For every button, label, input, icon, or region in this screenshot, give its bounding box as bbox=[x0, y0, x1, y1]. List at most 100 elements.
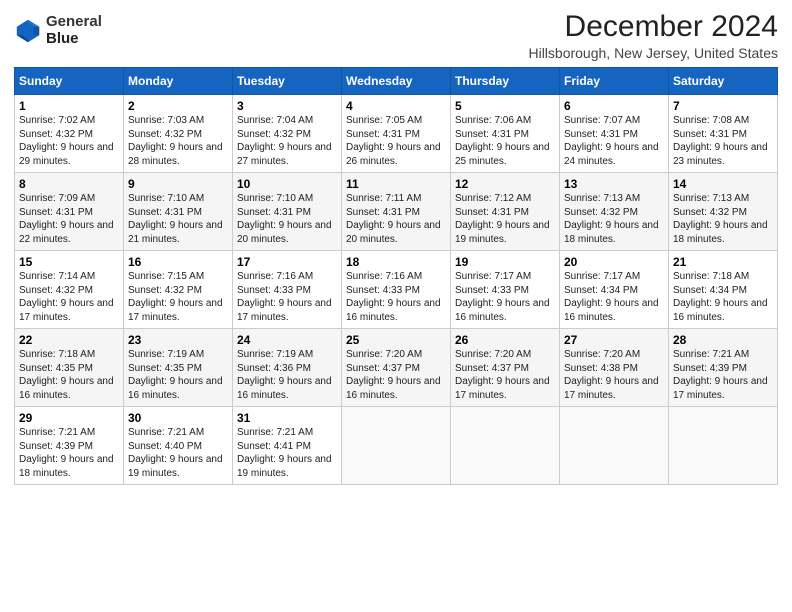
weekday-header-sunday: Sunday bbox=[15, 68, 124, 95]
day-number: 27 bbox=[564, 333, 664, 347]
calendar-cell: 10Sunrise: 7:10 AMSunset: 4:31 PMDayligh… bbox=[233, 173, 342, 251]
day-number: 23 bbox=[128, 333, 228, 347]
day-number: 16 bbox=[128, 255, 228, 269]
calendar-cell: 28Sunrise: 7:21 AMSunset: 4:39 PMDayligh… bbox=[669, 329, 778, 407]
calendar-cell bbox=[669, 407, 778, 485]
calendar-cell: 7Sunrise: 7:08 AMSunset: 4:31 PMDaylight… bbox=[669, 95, 778, 173]
day-number: 15 bbox=[19, 255, 119, 269]
day-number: 13 bbox=[564, 177, 664, 191]
day-number: 26 bbox=[455, 333, 555, 347]
calendar-cell: 4Sunrise: 7:05 AMSunset: 4:31 PMDaylight… bbox=[342, 95, 451, 173]
calendar-cell: 27Sunrise: 7:20 AMSunset: 4:38 PMDayligh… bbox=[560, 329, 669, 407]
day-number: 19 bbox=[455, 255, 555, 269]
calendar-cell bbox=[342, 407, 451, 485]
day-info: Sunrise: 7:20 AMSunset: 4:38 PMDaylight:… bbox=[564, 348, 664, 402]
day-info: Sunrise: 7:11 AMSunset: 4:31 PMDaylight:… bbox=[346, 192, 446, 246]
calendar-cell: 17Sunrise: 7:16 AMSunset: 4:33 PMDayligh… bbox=[233, 251, 342, 329]
day-number: 17 bbox=[237, 255, 337, 269]
calendar-cell: 1Sunrise: 7:02 AMSunset: 4:32 PMDaylight… bbox=[15, 95, 124, 173]
logo-line1: General bbox=[46, 14, 102, 31]
calendar-cell bbox=[560, 407, 669, 485]
day-info: Sunrise: 7:06 AMSunset: 4:31 PMDaylight:… bbox=[455, 114, 555, 168]
day-number: 21 bbox=[673, 255, 773, 269]
weekday-header-saturday: Saturday bbox=[669, 68, 778, 95]
day-info: Sunrise: 7:15 AMSunset: 4:32 PMDaylight:… bbox=[128, 270, 228, 324]
calendar-body: 1Sunrise: 7:02 AMSunset: 4:32 PMDaylight… bbox=[15, 95, 778, 485]
day-number: 22 bbox=[19, 333, 119, 347]
day-number: 7 bbox=[673, 99, 773, 113]
day-info: Sunrise: 7:12 AMSunset: 4:31 PMDaylight:… bbox=[455, 192, 555, 246]
day-info: Sunrise: 7:10 AMSunset: 4:31 PMDaylight:… bbox=[128, 192, 228, 246]
calendar-cell: 8Sunrise: 7:09 AMSunset: 4:31 PMDaylight… bbox=[15, 173, 124, 251]
calendar-cell: 26Sunrise: 7:20 AMSunset: 4:37 PMDayligh… bbox=[451, 329, 560, 407]
weekday-header-tuesday: Tuesday bbox=[233, 68, 342, 95]
day-number: 20 bbox=[564, 255, 664, 269]
calendar-cell: 31Sunrise: 7:21 AMSunset: 4:41 PMDayligh… bbox=[233, 407, 342, 485]
logo-line2: Blue bbox=[46, 31, 102, 48]
day-number: 8 bbox=[19, 177, 119, 191]
calendar-cell: 23Sunrise: 7:19 AMSunset: 4:35 PMDayligh… bbox=[124, 329, 233, 407]
day-number: 30 bbox=[128, 411, 228, 425]
day-info: Sunrise: 7:08 AMSunset: 4:31 PMDaylight:… bbox=[673, 114, 773, 168]
weekday-header-friday: Friday bbox=[560, 68, 669, 95]
weekday-header-wednesday: Wednesday bbox=[342, 68, 451, 95]
day-info: Sunrise: 7:19 AMSunset: 4:35 PMDaylight:… bbox=[128, 348, 228, 402]
day-number: 28 bbox=[673, 333, 773, 347]
day-info: Sunrise: 7:21 AMSunset: 4:41 PMDaylight:… bbox=[237, 426, 337, 480]
day-info: Sunrise: 7:02 AMSunset: 4:32 PMDaylight:… bbox=[19, 114, 119, 168]
calendar-cell bbox=[451, 407, 560, 485]
title-block: December 2024 Hillsborough, New Jersey, … bbox=[528, 10, 778, 61]
calendar-cell: 18Sunrise: 7:16 AMSunset: 4:33 PMDayligh… bbox=[342, 251, 451, 329]
calendar-cell: 20Sunrise: 7:17 AMSunset: 4:34 PMDayligh… bbox=[560, 251, 669, 329]
calendar-cell: 2Sunrise: 7:03 AMSunset: 4:32 PMDaylight… bbox=[124, 95, 233, 173]
day-info: Sunrise: 7:16 AMSunset: 4:33 PMDaylight:… bbox=[237, 270, 337, 324]
day-number: 1 bbox=[19, 99, 119, 113]
calendar-cell: 22Sunrise: 7:18 AMSunset: 4:35 PMDayligh… bbox=[15, 329, 124, 407]
calendar-cell: 19Sunrise: 7:17 AMSunset: 4:33 PMDayligh… bbox=[451, 251, 560, 329]
day-info: Sunrise: 7:21 AMSunset: 4:39 PMDaylight:… bbox=[19, 426, 119, 480]
day-number: 24 bbox=[237, 333, 337, 347]
day-number: 3 bbox=[237, 99, 337, 113]
day-info: Sunrise: 7:16 AMSunset: 4:33 PMDaylight:… bbox=[346, 270, 446, 324]
day-number: 6 bbox=[564, 99, 664, 113]
page-container: General Blue December 2024 Hillsborough,… bbox=[0, 0, 792, 493]
calendar-cell: 9Sunrise: 7:10 AMSunset: 4:31 PMDaylight… bbox=[124, 173, 233, 251]
day-number: 25 bbox=[346, 333, 446, 347]
day-info: Sunrise: 7:09 AMSunset: 4:31 PMDaylight:… bbox=[19, 192, 119, 246]
day-number: 2 bbox=[128, 99, 228, 113]
calendar-cell: 25Sunrise: 7:20 AMSunset: 4:37 PMDayligh… bbox=[342, 329, 451, 407]
day-number: 10 bbox=[237, 177, 337, 191]
calendar-cell: 24Sunrise: 7:19 AMSunset: 4:36 PMDayligh… bbox=[233, 329, 342, 407]
calendar-cell: 15Sunrise: 7:14 AMSunset: 4:32 PMDayligh… bbox=[15, 251, 124, 329]
day-number: 29 bbox=[19, 411, 119, 425]
calendar-week-row: 1Sunrise: 7:02 AMSunset: 4:32 PMDaylight… bbox=[15, 95, 778, 173]
day-number: 11 bbox=[346, 177, 446, 191]
day-info: Sunrise: 7:18 AMSunset: 4:35 PMDaylight:… bbox=[19, 348, 119, 402]
day-info: Sunrise: 7:19 AMSunset: 4:36 PMDaylight:… bbox=[237, 348, 337, 402]
calendar-cell: 29Sunrise: 7:21 AMSunset: 4:39 PMDayligh… bbox=[15, 407, 124, 485]
day-number: 9 bbox=[128, 177, 228, 191]
calendar-cell: 6Sunrise: 7:07 AMSunset: 4:31 PMDaylight… bbox=[560, 95, 669, 173]
day-info: Sunrise: 7:17 AMSunset: 4:34 PMDaylight:… bbox=[564, 270, 664, 324]
calendar-cell: 21Sunrise: 7:18 AMSunset: 4:34 PMDayligh… bbox=[669, 251, 778, 329]
logo-icon bbox=[14, 17, 42, 45]
calendar-table: SundayMondayTuesdayWednesdayThursdayFrid… bbox=[14, 67, 778, 485]
main-title: December 2024 bbox=[528, 10, 778, 43]
day-number: 31 bbox=[237, 411, 337, 425]
subtitle: Hillsborough, New Jersey, United States bbox=[528, 45, 778, 61]
calendar-week-row: 29Sunrise: 7:21 AMSunset: 4:39 PMDayligh… bbox=[15, 407, 778, 485]
day-info: Sunrise: 7:05 AMSunset: 4:31 PMDaylight:… bbox=[346, 114, 446, 168]
day-info: Sunrise: 7:20 AMSunset: 4:37 PMDaylight:… bbox=[455, 348, 555, 402]
day-info: Sunrise: 7:13 AMSunset: 4:32 PMDaylight:… bbox=[673, 192, 773, 246]
calendar-cell: 14Sunrise: 7:13 AMSunset: 4:32 PMDayligh… bbox=[669, 173, 778, 251]
day-info: Sunrise: 7:21 AMSunset: 4:40 PMDaylight:… bbox=[128, 426, 228, 480]
day-info: Sunrise: 7:18 AMSunset: 4:34 PMDaylight:… bbox=[673, 270, 773, 324]
day-info: Sunrise: 7:14 AMSunset: 4:32 PMDaylight:… bbox=[19, 270, 119, 324]
day-info: Sunrise: 7:17 AMSunset: 4:33 PMDaylight:… bbox=[455, 270, 555, 324]
day-number: 14 bbox=[673, 177, 773, 191]
weekday-header-row: SundayMondayTuesdayWednesdayThursdayFrid… bbox=[15, 68, 778, 95]
calendar-header: SundayMondayTuesdayWednesdayThursdayFrid… bbox=[15, 68, 778, 95]
day-info: Sunrise: 7:03 AMSunset: 4:32 PMDaylight:… bbox=[128, 114, 228, 168]
day-number: 18 bbox=[346, 255, 446, 269]
day-info: Sunrise: 7:21 AMSunset: 4:39 PMDaylight:… bbox=[673, 348, 773, 402]
